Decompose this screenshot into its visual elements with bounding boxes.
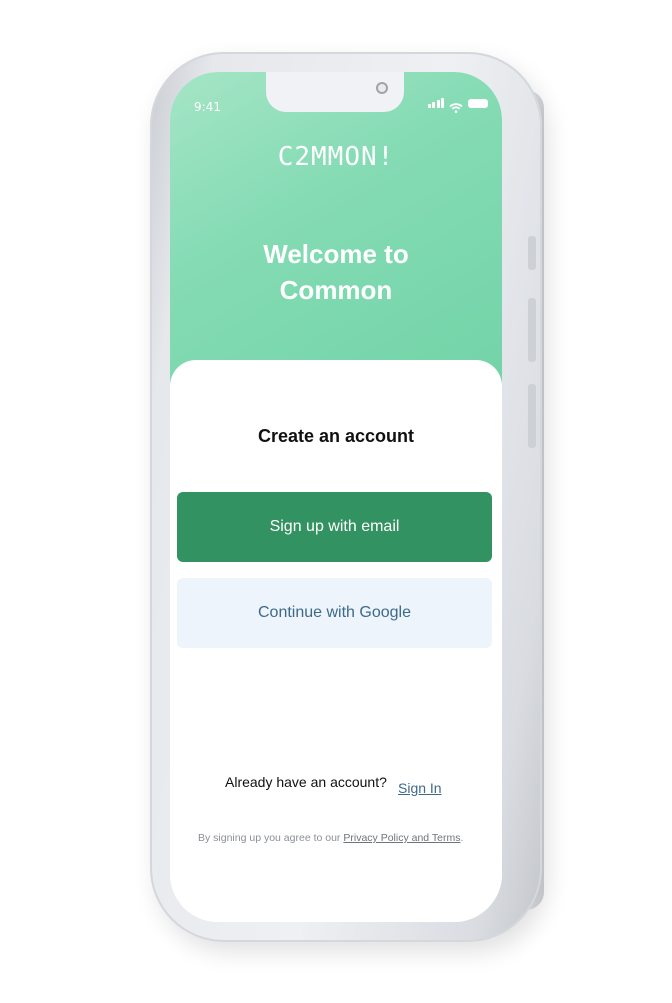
create-account-title: Create an account	[257, 426, 415, 446]
continue-google-label: Continue with Google	[258, 604, 411, 621]
welcome-line-1: Welcome to	[263, 239, 409, 269]
continue-google-button[interactable]: Continue with Google	[177, 578, 492, 648]
status-icons	[427, 98, 488, 113]
sign-up-email-label: Sign up with email	[269, 518, 400, 535]
wifi-icon	[449, 98, 463, 113]
terms-suffix: .	[460, 832, 464, 844]
phone-screen: 9:41 C2MMON! Welcome to Common Create an…	[170, 72, 502, 922]
terms-prefix: By signing up you agree to our	[198, 832, 344, 844]
battery-icon	[468, 99, 488, 108]
power-button	[528, 384, 536, 448]
app-logo: C2MMON!	[277, 142, 395, 172]
status-time: 9:41	[194, 100, 221, 114]
welcome-heading: Welcome to Common	[170, 236, 502, 308]
signal-icon	[427, 98, 444, 108]
welcome-line-2: Common	[279, 275, 393, 305]
already-have-account-text: Already have an account?	[225, 774, 387, 790]
privacy-terms-link[interactable]: Privacy Policy and Terms	[343, 832, 460, 844]
sign-in-link[interactable]: Sign In	[398, 780, 442, 796]
volume-down-button	[528, 298, 536, 362]
volume-up-button	[528, 236, 536, 270]
camera-icon	[376, 82, 388, 94]
sign-up-email-button[interactable]: Sign up with email	[177, 492, 492, 562]
terms-text: By signing up you agree to our Privacy P…	[198, 832, 488, 844]
